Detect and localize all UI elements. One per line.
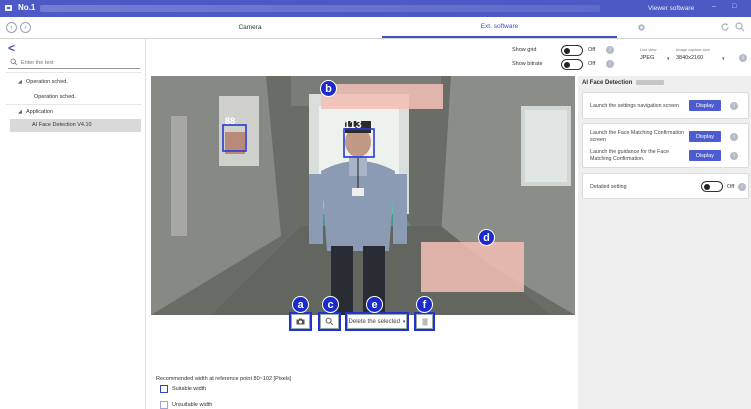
detailed-setting-toggle[interactable] [701,181,723,192]
minimize-button[interactable]: – [712,3,716,10]
badge-b: b [320,80,337,97]
info-icon[interactable]: i [730,102,738,110]
unsuitable-width-swatch [160,401,168,409]
tree-item-application[interactable]: Application [26,109,53,115]
badge-d: d [478,229,495,246]
show-grid-state: Off [588,47,596,53]
detailed-setting-state: Off [727,184,735,190]
show-grid-row: Show grid Off i [512,44,632,58]
live-view-label: Live view [640,47,657,52]
search-icon [10,58,18,66]
badge-f: f [416,296,433,313]
display-guidance-button[interactable]: Display [689,150,721,161]
show-grid-label: Show grid [512,47,537,53]
zoom-icon [325,317,333,325]
delete-selected-label: Delete the selected [348,318,400,325]
trash-icon [421,318,428,325]
suitable-width-swatch [160,385,168,393]
settings-gear-icon[interactable] [637,23,646,32]
detection-score-center: 113 [344,119,362,131]
face-matching-text: Launch the Face Matching Confirmation sc… [590,130,684,143]
show-bitrate-toggle[interactable] [561,59,583,70]
toggle-knob [564,47,570,54]
chevron-down-icon[interactable]: ▾ [667,56,670,62]
display-face-matching-button[interactable]: Display [689,131,721,142]
face-matching-guidance-text: Launch the guidance for the Face Matchin… [590,149,669,162]
zoom-area-button[interactable] [320,314,339,329]
toggle-knob [564,61,570,68]
tree-item-operation-sched-group[interactable]: Operation sched. [26,79,68,85]
window-title: No.1 [18,3,36,12]
zoom-search-icon[interactable] [735,22,745,32]
maximize-button[interactable]: □ [732,3,736,10]
camera-live-image[interactable]: 88 113 b d [151,76,575,315]
forward-icon: › [24,24,27,31]
left-panel: < ◢ Operation sched. Operation sched. ◢ … [0,39,146,409]
back-arrow-icon[interactable]: < [8,41,15,55]
tree-item-ai-face-detection[interactable]: AI Face Detection V4.10 [10,119,141,132]
badge-a: a [292,296,309,313]
show-bitrate-info-icon[interactable]: i [606,60,614,68]
display-settings-navigation-button[interactable]: Display [689,100,721,111]
card-detailed-setting: Detailed setting Off i [582,173,749,199]
badge-e: e [366,296,383,313]
card-face-matching: Launch the Face Matching Confirmation sc… [582,123,749,168]
show-bitrate-label: Show bitrate [512,61,543,67]
delete-selected-dropdown[interactable]: Delete the selected ▾ [347,314,407,329]
show-grid-toggle[interactable] [561,45,583,56]
tree-divider [6,72,142,73]
camera-icon [296,318,305,325]
panel-title: AI Face Detection [582,80,665,87]
detection-score-left: 88 [225,116,235,126]
detailed-setting-label: Detailed setting [590,184,627,190]
capture-size-select[interactable]: 3840x2160 [676,55,703,61]
refresh-icon[interactable] [720,22,730,32]
unsuitable-width-label: Unsuitable width [172,402,213,408]
search-box [8,57,140,69]
app-logo-icon [5,5,12,11]
chevron-down-icon: ▾ [402,318,406,325]
tab-ext-software[interactable]: Ext. software [382,17,617,38]
top-nav: ‹ › Camera Ext. software [0,17,751,39]
show-bitrate-state: Off [588,61,596,67]
show-grid-info-icon[interactable]: i [606,46,614,54]
tree-divider [6,104,142,105]
recommended-width-text: Recommended width at reference point 80~… [156,376,292,382]
badge-c: c [322,296,339,313]
suitable-width-label: Suitable width [172,386,207,392]
viewer-software-label: Viewer software [648,5,695,12]
delete-button[interactable] [416,314,433,329]
card-settings-navigation: Launch the settings navigation screen Di… [582,92,749,119]
info-icon[interactable]: i [730,152,738,160]
snapshot-button[interactable] [291,314,310,329]
forward-nav-button[interactable]: › [20,22,31,33]
camera-scene: 88 113 [151,76,575,315]
tab-camera[interactable]: Camera [160,17,340,38]
toggle-knob [704,183,710,190]
tree-collapse-icon[interactable]: ◢ [18,109,22,115]
chevron-down-icon[interactable]: ▾ [722,56,725,62]
tree-item-operation-sched[interactable]: Operation sched. [34,94,76,100]
panel-title-text: AI Face Detection [582,80,633,87]
title-bar: No.1 Viewer software – □ [0,0,751,17]
back-nav-button[interactable]: ‹ [6,22,17,33]
info-icon[interactable]: i [730,133,738,141]
blurred-title-detail [40,5,600,12]
search-input[interactable] [21,58,139,68]
back-icon: ‹ [10,24,13,31]
settings-navigation-text: Launch the settings navigation screen [590,103,679,109]
show-bitrate-row: Show bitrate Off i [512,58,632,72]
blurred-version [636,80,665,85]
tree-collapse-icon[interactable]: ◢ [18,79,22,85]
live-view-select[interactable]: JPEG [640,55,654,61]
capture-info-icon[interactable]: i [739,54,747,62]
capture-size-label: Image capture size [676,47,710,52]
right-panel: AI Face Detection Launch the settings na… [578,76,751,409]
info-icon[interactable]: i [738,183,746,191]
tree-item-label: AI Face Detection V4.10 [32,122,92,128]
